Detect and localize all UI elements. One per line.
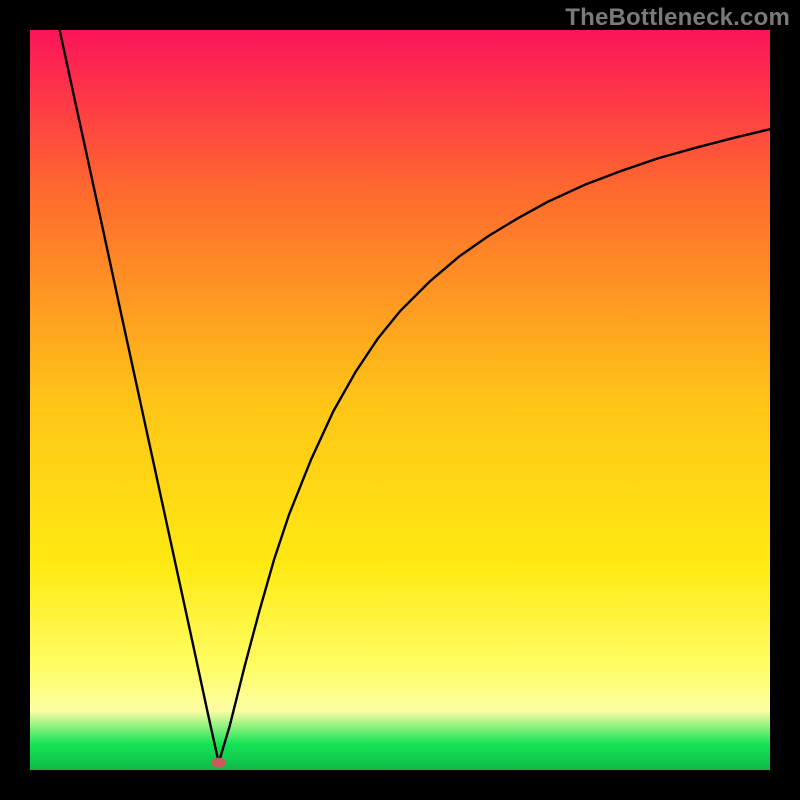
plot-area [30,30,770,770]
chart-frame: TheBottleneck.com [0,0,800,800]
min-marker [212,758,226,768]
watermark: TheBottleneck.com [565,4,790,32]
chart-svg [30,30,770,770]
